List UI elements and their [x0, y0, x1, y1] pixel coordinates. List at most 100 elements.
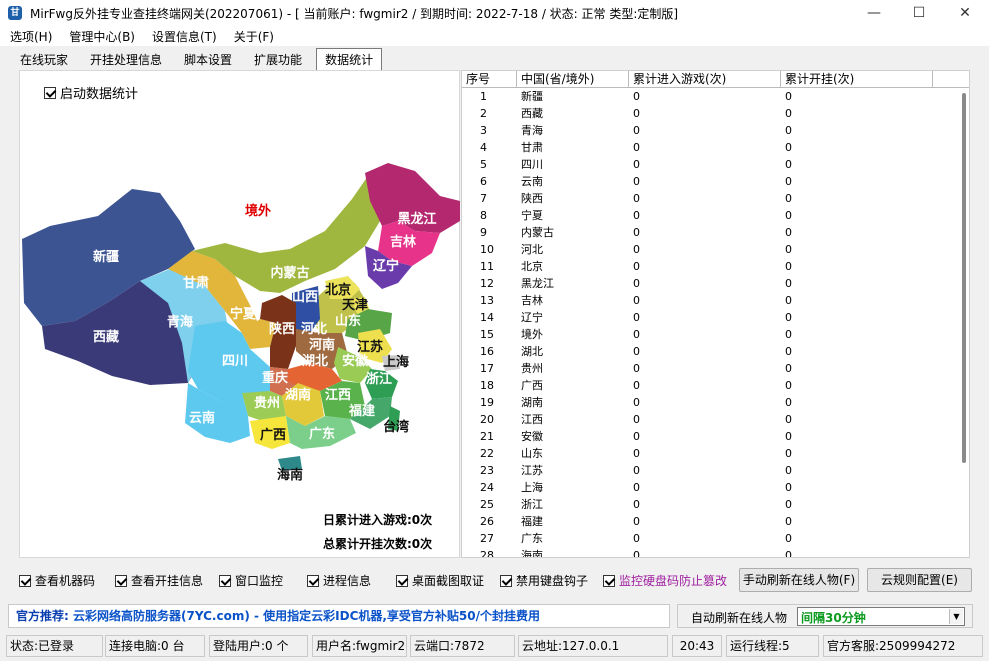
tab-extensions[interactable]: 扩展功能 — [246, 49, 310, 70]
block-keyboard-hook-checkbox[interactable]: 禁用键盘钩子 — [500, 572, 588, 589]
menu-management[interactable]: 管理中心(B) — [59, 28, 142, 45]
cell-cheats: 0 — [785, 532, 792, 545]
checkbox-icon — [307, 574, 319, 587]
table-row[interactable]: 16 湖北 0 0 — [462, 343, 969, 360]
tab-online-players[interactable]: 在线玩家 — [12, 49, 76, 70]
col-index-header[interactable]: 序号 — [462, 71, 517, 87]
label-hunan: 湖南 — [285, 387, 311, 403]
cell-region: 青海 — [521, 124, 543, 137]
window-monitor-checkbox[interactable]: 窗口监控 — [219, 572, 283, 589]
chevron-down-icon[interactable]: ▼ — [949, 609, 963, 624]
cell-region: 海南 — [521, 549, 543, 558]
auto-refresh-label: 自动刷新在线人物 — [691, 611, 788, 625]
cell-index: 7 — [480, 192, 487, 205]
table-row[interactable]: 15 境外 0 0 — [462, 326, 969, 343]
refresh-online-button[interactable]: 手动刷新在线人物(F) — [739, 568, 859, 592]
table-row[interactable]: 18 广西 0 0 — [462, 377, 969, 394]
table-row[interactable]: 8 宁夏 0 0 — [462, 207, 969, 224]
table-row[interactable]: 17 贵州 0 0 — [462, 360, 969, 377]
label-fujian: 福建 — [348, 403, 375, 419]
table-scrollbar[interactable] — [959, 89, 969, 557]
cell-cheats: 0 — [785, 413, 792, 426]
cell-cheats: 0 — [785, 311, 792, 324]
table-row[interactable]: 12 黑龙江 0 0 — [462, 275, 969, 292]
checkbox-icon — [500, 574, 512, 587]
col-entries-header[interactable]: 累计进入游戏(次) — [629, 71, 781, 87]
status-support: 官方客服:2509994272 — [823, 635, 983, 657]
total-stat: 总累计开挂次数:0次 — [323, 537, 433, 551]
table-row[interactable]: 24 上海 0 0 — [462, 479, 969, 496]
label-ningxia: 宁夏 — [230, 306, 257, 322]
col-region-header[interactable]: 中国(省/境外) — [517, 71, 629, 87]
view-cheat-info-checkbox[interactable]: 查看开挂信息 — [115, 572, 203, 589]
minimize-button[interactable]: — — [851, 0, 897, 26]
menu-settings[interactable]: 设置信息(T) — [142, 28, 224, 45]
cell-index: 1 — [480, 90, 487, 103]
menu-options[interactable]: 选项(H) — [0, 28, 59, 45]
table-row[interactable]: 9 内蒙古 0 0 — [462, 224, 969, 241]
cell-cheats: 0 — [785, 379, 792, 392]
cell-region: 陕西 — [521, 192, 543, 205]
close-button[interactable]: ✕ — [942, 0, 988, 26]
table-row[interactable]: 4 甘肃 0 0 — [462, 139, 969, 156]
cell-cheats: 0 — [785, 107, 792, 120]
table-row[interactable]: 22 山东 0 0 — [462, 445, 969, 462]
table-row[interactable]: 27 广东 0 0 — [462, 530, 969, 547]
monitor-disk-code-checkbox[interactable]: 监控硬盘码防止篡改 — [603, 572, 727, 589]
tab-strip: 在线玩家 开挂处理信息 脚本设置 扩展功能 数据统计 — [0, 48, 388, 70]
table-row[interactable]: 7 陕西 0 0 — [462, 190, 969, 207]
cell-region: 甘肃 — [521, 141, 543, 154]
checkbox-icon — [603, 574, 615, 587]
tab-script-settings[interactable]: 脚本设置 — [176, 49, 240, 70]
table-row[interactable]: 6 云南 0 0 — [462, 173, 969, 190]
option-label: 查看机器码 — [35, 574, 96, 588]
cell-cheats: 0 — [785, 124, 792, 137]
table-row[interactable]: 21 安徽 0 0 — [462, 428, 969, 445]
table-row[interactable]: 11 北京 0 0 — [462, 258, 969, 275]
view-machine-code-checkbox[interactable]: 查看机器码 — [19, 572, 95, 589]
cell-region: 宁夏 — [521, 209, 543, 222]
status-bar: 状态:已登录 连接电脑:0 台 登陆用户:0 个 用户名:fwgmir2 云端口… — [0, 633, 989, 659]
cell-index: 17 — [480, 362, 494, 375]
auto-refresh-group: 自动刷新在线人物 间隔30分钟 ▼ — [677, 604, 973, 628]
tab-statistics[interactable]: 数据统计 — [316, 48, 383, 70]
table-row[interactable]: 2 西藏 0 0 — [462, 105, 969, 122]
label-guangdong: 广东 — [309, 426, 335, 442]
table-row[interactable]: 10 河北 0 0 — [462, 241, 969, 258]
cell-cheats: 0 — [785, 515, 792, 528]
table-row[interactable]: 20 江西 0 0 — [462, 411, 969, 428]
refresh-interval-select[interactable]: 间隔30分钟 ▼ — [797, 607, 965, 626]
table-row[interactable]: 25 浙江 0 0 — [462, 496, 969, 513]
maximize-icon: ☐ — [912, 5, 926, 21]
cell-region: 广西 — [521, 379, 543, 392]
table-row[interactable]: 23 江苏 0 0 — [462, 462, 969, 479]
enable-stats-checkbox[interactable]: 启动数据统计 — [44, 83, 138, 102]
table-row[interactable]: 14 辽宁 0 0 — [462, 309, 969, 326]
table-row[interactable]: 3 青海 0 0 — [462, 122, 969, 139]
table-row[interactable]: 5 四川 0 0 — [462, 156, 969, 173]
label-shanghai: 上海 — [383, 354, 409, 370]
table-row[interactable]: 13 吉林 0 0 — [462, 292, 969, 309]
cell-entries: 0 — [633, 107, 640, 120]
cloud-rules-button[interactable]: 云规则配置(E) — [867, 568, 972, 592]
table-row[interactable]: 19 湖南 0 0 — [462, 394, 969, 411]
menu-about[interactable]: 关于(F) — [224, 28, 281, 45]
process-info-checkbox[interactable]: 进程信息 — [307, 572, 371, 589]
desktop-screenshot-checkbox[interactable]: 桌面截图取证 — [396, 572, 484, 589]
status-connections: 连接电脑:0 台 — [105, 635, 205, 657]
option-label: 桌面截图取证 — [412, 574, 485, 588]
scrollbar-thumb[interactable] — [962, 93, 966, 463]
maximize-button[interactable]: ☐ — [896, 0, 942, 26]
table-row[interactable]: 28 海南 0 0 — [462, 547, 969, 558]
cell-entries: 0 — [633, 362, 640, 375]
table-row[interactable]: 1 新疆 0 0 — [462, 88, 969, 105]
cell-cheats: 0 — [785, 209, 792, 222]
col-cheats-header[interactable]: 累计开挂(次) — [781, 71, 933, 87]
tab-cheat-handling[interactable]: 开挂处理信息 — [82, 49, 170, 70]
checkbox-icon — [115, 574, 127, 587]
label-hebei: 河北 — [301, 321, 327, 337]
table-row[interactable]: 26 福建 0 0 — [462, 513, 969, 530]
cell-index: 6 — [480, 175, 487, 188]
notice-body[interactable]: 云彩网络高防服务器(7YC.com) - 使用指定云彩IDC机器,享受官方补贴5… — [73, 609, 540, 623]
label-tianjin: 天津 — [342, 297, 368, 313]
